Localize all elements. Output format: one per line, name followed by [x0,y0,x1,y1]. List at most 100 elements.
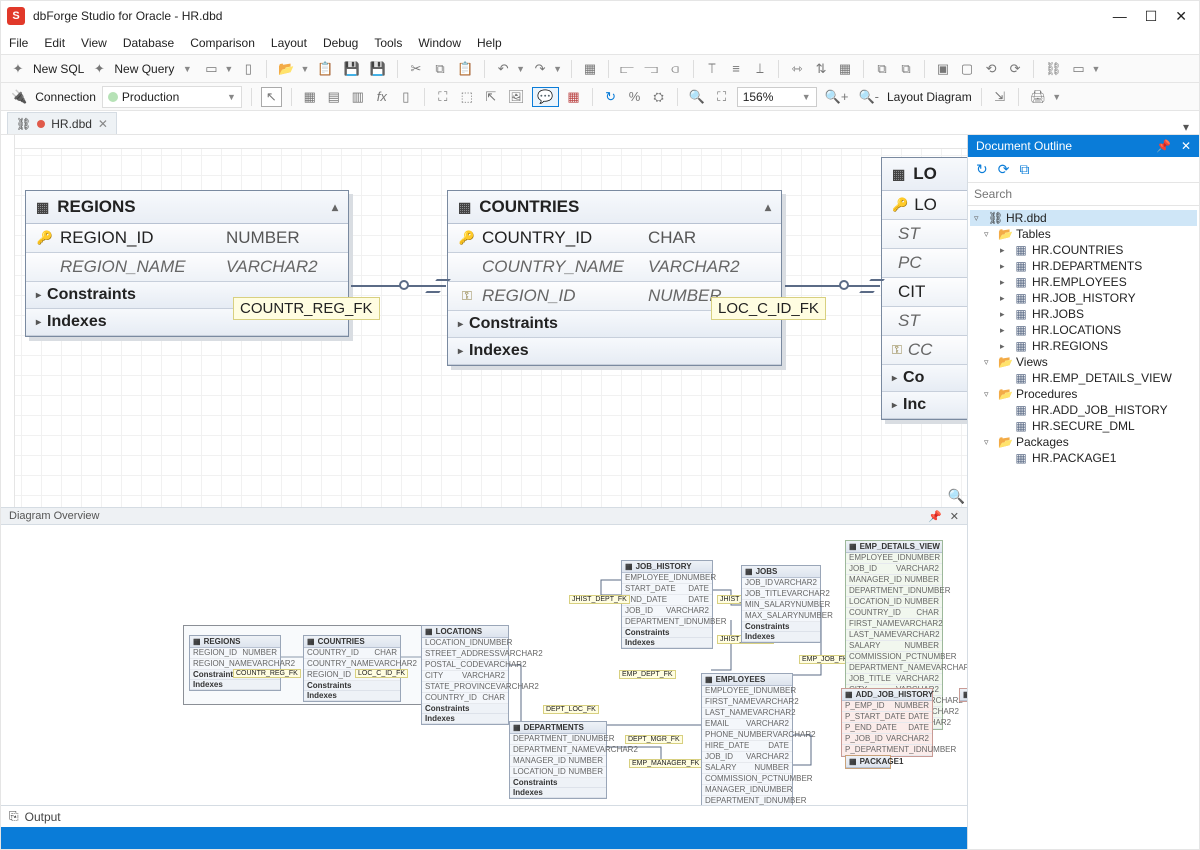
column-row[interactable]: REGION_NAME VARCHAR2 [26,253,348,282]
new-query-icon[interactable]: ✦ [90,59,108,79]
stamp-icon[interactable]: ⬚ [458,87,476,107]
distribute-h-icon[interactable]: ⇿ [788,59,806,79]
clipboard-icon[interactable]: 📋 [455,59,475,79]
refresh-icon[interactable]: ↻ [976,161,988,178]
column-row[interactable]: 🔑 REGION_ID NUMBER [26,224,348,253]
fit-icon[interactable]: 🔍 [687,87,707,107]
tree-item[interactable]: ▦HR.SECURE_DML [970,418,1197,434]
pin-icon[interactable]: 📌 [928,510,942,523]
mini-jobs[interactable]: ▦JOBS JOB_IDVARCHAR2 JOB_TITLEVARCHAR2 M… [741,565,821,643]
entity-countries[interactable]: ▦ COUNTRIES ▴ 🔑 COUNTRY_ID CHAR COUNTRY_… [447,190,782,366]
row-icon[interactable]: ▥ [349,87,367,107]
new-sql-button[interactable]: New SQL [33,62,84,76]
close-panel-icon[interactable]: ✕ [950,510,959,523]
distribute-v-icon[interactable]: ⇅ [812,59,830,79]
column-row[interactable]: 🔑LO [882,191,967,220]
section-constraints[interactable]: ▸Co [882,365,967,392]
collapse-all-icon[interactable]: ⧉ [1019,161,1029,178]
section-indexes[interactable]: ▸Indexes [448,338,781,365]
tree-item[interactable]: ▸▦HR.EMPLOYEES [970,274,1197,290]
table-icon[interactable]: ▦ [301,87,319,107]
tree-tables-folder[interactable]: ▿📂Tables [970,226,1197,242]
menu-view[interactable]: View [81,36,107,50]
diagram-canvas[interactable]: ▦ REGIONS ▴ 🔑 REGION_ID NUMBER REGION_NA… [1,135,967,507]
refresh-icon[interactable]: ↻ [602,87,620,107]
tree-item[interactable]: ▸▦HR.DEPARTMENTS [970,258,1197,274]
collapse-icon[interactable]: ▴ [332,200,338,214]
save-icon[interactable]: 💾 [342,59,362,79]
menu-window[interactable]: Window [418,36,461,50]
export-icon[interactable]: ⇱ [482,87,500,107]
zoom-fit-icon[interactable]: ⛶ [713,87,731,107]
tree-item[interactable]: ▸▦HR.COUNTRIES [970,242,1197,258]
plug-icon[interactable]: 🔌 [9,87,29,107]
snap-grid-icon[interactable]: ▦ [836,59,854,79]
column-row[interactable]: CIT [882,278,967,307]
column-row[interactable]: ST [882,220,967,249]
menu-comparison[interactable]: Comparison [190,36,255,50]
outline-tree[interactable]: ▿⛓HR.dbd ▿📂Tables ▸▦HR.COUNTRIES ▸▦HR.DE… [968,206,1199,849]
pointer-tool-icon[interactable]: ↖ [261,87,282,107]
note-tool-icon[interactable]: 💬 [532,87,558,107]
menu-edit[interactable]: Edit [44,36,65,50]
more-icon[interactable]: ▭ [1070,59,1088,79]
mini-secure-dml[interactable]: ▦SECURE_DML [959,688,967,702]
send-back-icon[interactable]: ▢ [958,59,976,79]
tree-procs-folder[interactable]: ▿📂Procedures [970,386,1197,402]
zoom-input[interactable]: 156% ▼ [737,87,817,107]
column-row[interactable]: ⚿CC [882,336,967,365]
tabs-dropdown-icon[interactable]: ▾ [1173,120,1199,134]
ungroup-icon[interactable]: ⧉ [897,59,915,79]
close-button[interactable]: ✕ [1175,8,1187,25]
cut-icon[interactable]: ✂ [407,59,425,79]
align-center-h-icon[interactable]: ⫎ [642,59,660,79]
mini-regions[interactable]: ▦REGIONS REGION_IDNUMBER REGION_NAMEVARC… [189,635,281,691]
print-icon[interactable]: 🖨 [1028,87,1049,107]
mini-package1[interactable]: ▦PACKAGE1 [845,755,891,769]
mini-job-history[interactable]: ▦JOB_HISTORY EMPLOYEE_IDNUMBER START_DAT… [621,560,713,649]
open-folder-icon[interactable]: 📂 [276,59,296,79]
sync-icon[interactable]: ⟳ [998,161,1010,178]
align-left-icon[interactable]: ⫍ [618,59,636,79]
export-img-icon[interactable]: ⇲ [991,87,1009,107]
tree-root[interactable]: ▿⛓HR.dbd [970,210,1197,226]
percent-icon[interactable]: % [626,87,644,107]
grid-icon[interactable]: ▤ [325,87,343,107]
menu-database[interactable]: Database [123,36,174,50]
copy-icon[interactable]: ⧉ [431,59,449,79]
column-row[interactable]: 🔑 COUNTRY_ID CHAR [448,224,781,253]
mini-add-job-history[interactable]: ▦ADD_JOB_HISTORY P_EMP_IDNUMBER P_START_… [841,688,933,757]
link-icon[interactable]: ⛓ [1043,59,1064,79]
mini-departments[interactable]: ▦DEPARTMENTS DEPARTMENT_IDNUMBER DEPARTM… [509,721,607,799]
mini-locations[interactable]: ▦LOCATIONS LOCATION_IDNUMBER STREET_ADDR… [421,625,509,725]
align-top-icon[interactable]: ⟙ [703,59,721,79]
tab-hr-dbd[interactable]: ⛓ HR.dbd ✕ [7,112,117,134]
zoom-magnifier-icon[interactable]: 🔍 [948,488,965,505]
entity-locations-partial[interactable]: ▦ LO 🔑LO ST PC CIT ST ⚿CC ▸Co ▸Inc [881,157,967,420]
save-all-icon[interactable]: 💾 [368,59,388,79]
align-middle-icon[interactable]: ≡ [727,59,745,79]
tree-item[interactable]: ▸▦HR.JOBS [970,306,1197,322]
tree-item[interactable]: ▸▦HR.LOCATIONS [970,322,1197,338]
align-bottom-icon[interactable]: ⟘ [751,59,769,79]
zoom-in-icon[interactable]: 🔍+ [823,87,851,107]
tree-item[interactable]: ▸▦HR.JOB_HISTORY [970,290,1197,306]
pin-icon[interactable]: 📌 [1156,139,1171,153]
entity-header[interactable]: ▦ LO [882,158,967,191]
undo-icon[interactable]: ↶ [494,59,512,79]
menu-layout[interactable]: Layout [271,36,307,50]
align-right-icon[interactable]: ⫏ [666,59,684,79]
new-query-button[interactable]: New Query [114,62,174,76]
tree-views-folder[interactable]: ▿📂Views [970,354,1197,370]
rotate-right-icon[interactable]: ⟳ [1006,59,1024,79]
bring-front-icon[interactable]: ▣ [934,59,952,79]
menu-debug[interactable]: Debug [323,36,358,50]
tab-close-icon[interactable]: ✕ [98,117,108,131]
redo-icon[interactable]: ↷ [531,59,549,79]
column-row[interactable]: PC [882,249,967,278]
close-panel-icon[interactable]: ✕ [1181,139,1191,153]
panel-search[interactable] [968,183,1199,206]
section-indexes[interactable]: ▸Inc [882,392,967,419]
function-icon[interactable]: fx [373,87,391,107]
settings-icon[interactable]: ⛭ [650,87,668,107]
